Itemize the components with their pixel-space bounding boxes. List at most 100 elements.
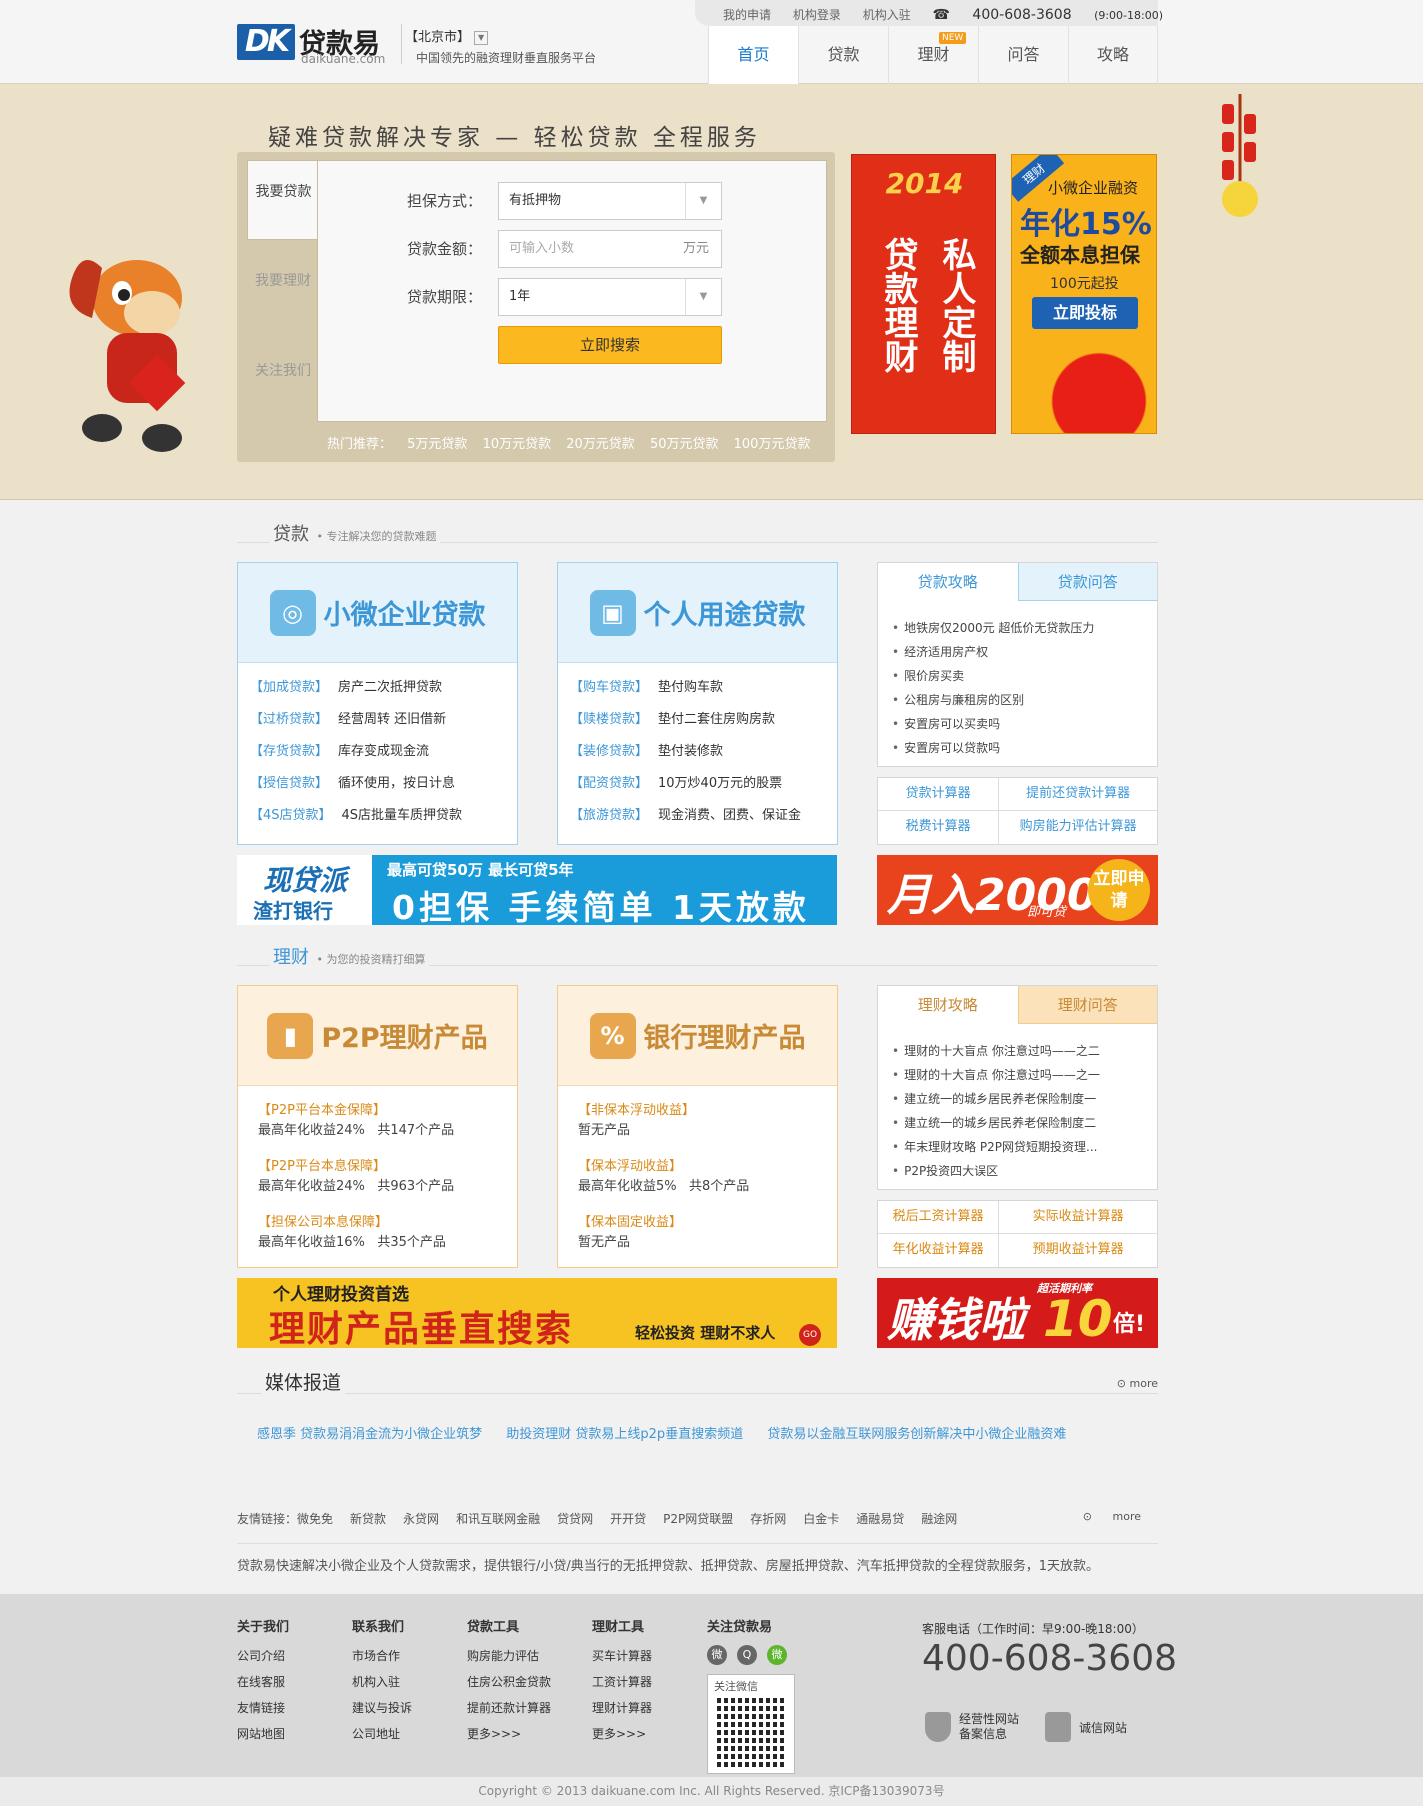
nav-guide[interactable]: 攻略 [1068,26,1158,84]
go-button[interactable]: GO [799,1324,821,1346]
tab-invest[interactable]: 我要理财 [247,250,319,330]
hot-link[interactable]: 20万元贷款 [566,437,635,452]
friend-link[interactable]: 和讯互联网金融 [456,1512,540,1526]
list-item[interactable]: 【4S店贷款】 4S店批量车质押贷款 [250,804,462,836]
weibo-icon[interactable]: 微 [707,1645,727,1665]
article-link[interactable]: 理财的十大盲点 你注意过吗——之二 [892,1042,1157,1066]
nav-finance[interactable]: 理财 NEW [888,26,978,84]
tab-loan-qa[interactable]: 贷款问答 [1017,563,1157,601]
footer-link[interactable]: 买车计算器 [592,1643,652,1669]
hot-link[interactable]: 50万元贷款 [650,437,719,452]
ad-private-customization[interactable]: 2014 贷款理财 私人定制 [851,154,996,434]
logo[interactable]: DK 贷款易 daikuane.com [237,20,397,66]
calculator-link[interactable]: 购房能力评估计算器 [999,811,1157,844]
apply-now-button[interactable]: 立即申请 [1088,859,1150,921]
qq-icon[interactable]: Q [737,1645,757,1665]
tab-follow[interactable]: 关注我们 [247,340,319,420]
hot-link[interactable]: 10万元贷款 [483,437,552,452]
list-item[interactable]: 【加成贷款】 房产二次抵押贷款 [250,676,462,708]
footer-link[interactable]: 公司介绍 [237,1643,289,1669]
list-item[interactable]: 【过桥贷款】 经营周转 还旧借新 [250,708,462,740]
footer-link[interactable]: 市场合作 [352,1643,412,1669]
finance-search-banner[interactable]: 个人理财投资首选 理财产品垂直搜索 轻松投资 理财不求人 GO [237,1278,837,1348]
term-select[interactable]: 1年 ▼ [498,278,722,316]
friend-link[interactable]: 微免免 [297,1512,333,1526]
friend-link[interactable]: 存折网 [750,1512,786,1526]
nav-qa[interactable]: 问答 [978,26,1068,84]
footer-link[interactable]: 理财计算器 [592,1695,652,1721]
tab-finance-guide[interactable]: 理财攻略 [878,986,1018,1024]
article-link[interactable]: 限价房买卖 [892,667,1157,691]
guarantee-select[interactable]: 有抵押物 ▼ [498,182,722,220]
list-item[interactable]: 【P2P平台本金保障】 最高年化收益24% 共147个产品 [258,1101,454,1141]
tab-finance-qa[interactable]: 理财问答 [1017,986,1157,1024]
credible-site-badge[interactable]: 诚信网站 [1045,1712,1127,1742]
friend-link[interactable]: 白金卡 [803,1512,839,1526]
footer-link[interactable]: 建议与投诉 [352,1695,412,1721]
article-link[interactable]: 地铁房仅2000元 超低价无贷款压力 [892,619,1157,643]
list-item[interactable]: 【购车贷款】 垫付购车款 [570,676,801,708]
business-registration-badge[interactable]: 经营性网站备案信息 [925,1712,1021,1742]
hot-link[interactable]: 5万元贷款 [407,437,467,452]
chevron-down-icon[interactable]: ▼ [474,30,489,45]
list-item[interactable]: 【存货贷款】 库存变成现金流 [250,740,462,772]
media-link[interactable]: 助投资理财 贷款易上线p2p垂直搜索频道 [506,1427,743,1442]
amount-input[interactable]: 可输入小数 万元 [498,230,722,268]
friend-link[interactable]: 开开贷 [610,1512,646,1526]
article-link[interactable]: 公租房与廉租房的区别 [892,691,1157,715]
card-header[interactable]: ▣ 个人用途贷款 [558,563,837,663]
footer-link[interactable]: 购房能力评估 [467,1643,551,1669]
list-item[interactable]: 【旅游贷款】 现金消费、团费、保证金 [570,804,801,836]
list-item[interactable]: 【保本浮动收益】 最高年化收益5% 共8个产品 [578,1157,749,1197]
footer-link[interactable]: 友情链接 [237,1695,289,1721]
search-button[interactable]: 立即搜索 [498,326,722,364]
calculator-link[interactable]: 实际收益计算器 [999,1201,1157,1234]
institution-login-link[interactable]: 机构登录 [793,8,841,22]
income-loan-banner[interactable]: 月入2000 即可贷 立即申请 [877,855,1158,925]
article-link[interactable]: 理财的十大盲点 你注意过吗——之一 [892,1066,1157,1090]
friend-link[interactable]: 融途网 [921,1512,957,1526]
card-header[interactable]: ▮ P2P理财产品 [238,986,517,1086]
friend-link[interactable]: 贷贷网 [557,1512,593,1526]
friends-more-link[interactable]: ⊙ more [1083,1510,1158,1523]
calculator-link[interactable]: 贷款计算器 [878,778,1000,811]
footer-link[interactable]: 机构入驻 [352,1669,412,1695]
card-header[interactable]: % 银行理财产品 [558,986,837,1086]
media-link[interactable]: 贷款易以金融互联网服务创新解决中小微企业融资难 [767,1427,1066,1442]
ad-sme-financing[interactable]: 理财 小微企业融资 年化15% 全额本息担保 100元起投 立即投标 [1011,154,1157,434]
bid-now-button[interactable]: 立即投标 [1032,297,1138,329]
city-selector[interactable]: 【北京市】 ▼ [405,26,489,45]
friend-link[interactable]: P2P网贷联盟 [663,1512,733,1526]
list-item[interactable]: 【赎楼贷款】 垫付二套住房购房款 [570,708,801,740]
list-item[interactable]: 【P2P平台本息保障】 最高年化收益24% 共963个产品 [258,1157,454,1197]
list-item[interactable]: 【授信贷款】 循环使用，按日计息 [250,772,462,804]
friend-link[interactable]: 永贷网 [403,1512,439,1526]
nav-home[interactable]: 首页 [708,26,798,84]
list-item[interactable]: 【担保公司本息保障】 最高年化收益16% 共35个产品 [258,1213,454,1253]
footer-link[interactable]: 在线客服 [237,1669,289,1695]
media-more-link[interactable]: ⊙ more [1110,1377,1158,1390]
tab-loan-guide[interactable]: 贷款攻略 [878,563,1018,601]
footer-link[interactable]: 更多>>> [467,1721,551,1747]
article-link[interactable]: P2P投资四大误区 [892,1162,1157,1186]
my-applications-link[interactable]: 我的申请 [723,8,771,22]
footer-link[interactable]: 网站地图 [237,1721,289,1747]
media-link[interactable]: 感恩季 贷款易涓涓金流为小微企业筑梦 [257,1427,482,1442]
wechat-icon[interactable]: 微 [767,1645,787,1665]
footer-link[interactable]: 公司地址 [352,1721,412,1747]
article-link[interactable]: 安置房可以买卖吗 [892,715,1157,739]
footer-link[interactable]: 提前还款计算器 [467,1695,551,1721]
list-item[interactable]: 【保本固定收益】 暂无产品 [578,1213,749,1253]
friend-link[interactable]: 新贷款 [350,1512,386,1526]
institution-join-link[interactable]: 机构入驻 [863,8,911,22]
article-link[interactable]: 建立统一的城乡居民养老保险制度二 [892,1114,1157,1138]
footer-link[interactable]: 工资计算器 [592,1669,652,1695]
friend-link[interactable]: 通融易贷 [856,1512,904,1526]
list-item[interactable]: 【配资贷款】 10万炒40万元的股票 [570,772,801,804]
nav-loan[interactable]: 贷款 [798,26,888,84]
calculator-link[interactable]: 年化收益计算器 [878,1234,1000,1267]
calculator-link[interactable]: 税费计算器 [878,811,1000,844]
footer-link[interactable]: 更多>>> [592,1721,652,1747]
tab-borrow[interactable]: 我要贷款 [247,160,319,240]
hot-link[interactable]: 100万元贷款 [734,437,811,452]
